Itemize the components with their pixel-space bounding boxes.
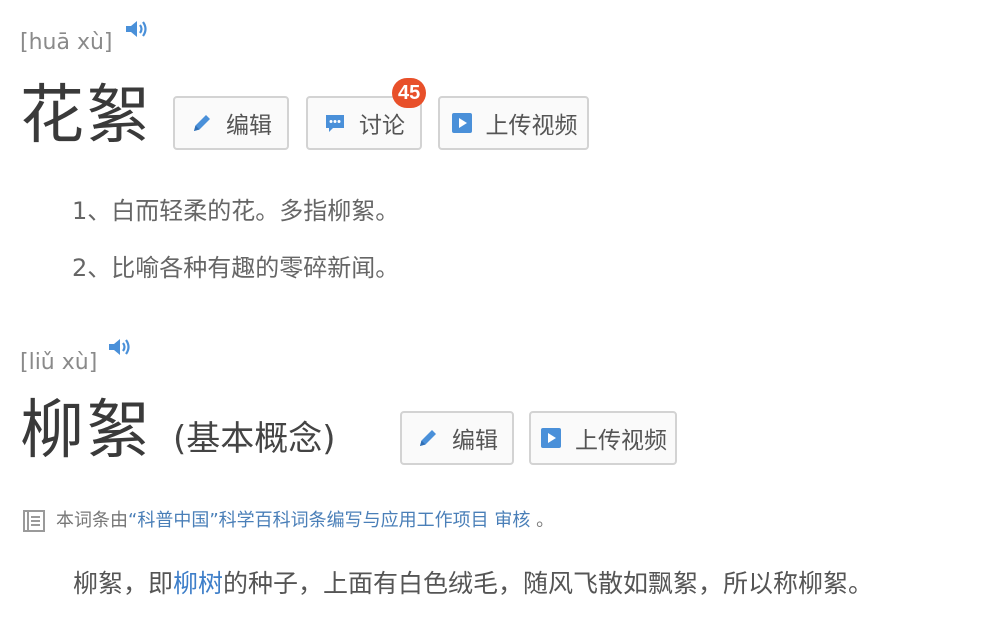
definition-item: 2、比喻各种有趣的零碎新闻。 <box>72 254 400 282</box>
upload-video-label: 上传视频 <box>575 428 667 454</box>
summary-text-after: 的种子，上面有白色绒毛，随风飞散如飘絮，所以称柳絮。 <box>223 569 874 598</box>
pinyin-label: [huā xù] <box>20 30 113 55</box>
document-icon <box>23 510 45 532</box>
upload-video-button[interactable]: 上传视频 <box>529 411 677 465</box>
willow-tree-link[interactable]: 柳树 <box>173 569 223 598</box>
review-note-prefix: 本词条由 <box>56 510 128 531</box>
edit-button-label: 编辑 <box>452 428 498 454</box>
discuss-button-label: 讨论 <box>359 113 405 139</box>
play-video-icon <box>541 428 561 448</box>
review-project-link[interactable]: “科普中国”科学百科词条编写与应用工作项目 <box>128 510 489 531</box>
term-title: 柳絮 <box>20 394 152 468</box>
definition-item: 1、白而轻柔的花。多指柳絮。 <box>72 197 400 225</box>
review-note-end: 。 <box>536 510 555 531</box>
edit-button[interactable]: 编辑 <box>173 96 289 150</box>
pencil-icon <box>420 430 436 446</box>
concept-label: (基本概念) <box>173 419 336 459</box>
edit-button-label: 编辑 <box>226 113 272 139</box>
summary-text-before: 柳絮，即 <box>73 569 174 598</box>
term-title: 花絮 <box>20 79 152 153</box>
pencil-icon <box>194 115 210 131</box>
summary-paragraph: 柳絮，即柳树的种子，上面有白色绒毛，随风飞散如飘絮，所以称柳絮。 <box>73 571 873 596</box>
upload-video-label: 上传视频 <box>485 113 578 139</box>
review-note: 本词条由“科普中国”科学百科词条编写与应用工作项目 审核 。 <box>22 509 554 533</box>
review-audit-link[interactable]: 审核 <box>494 510 530 531</box>
edit-button[interactable]: 编辑 <box>400 411 514 465</box>
play-video-icon <box>451 113 472 133</box>
discuss-count-badge: 45 <box>392 78 427 108</box>
upload-video-button[interactable]: 上传视频 <box>438 96 589 150</box>
pinyin-label: [liǔ xù] <box>20 350 98 375</box>
chat-bubble-icon <box>326 115 344 132</box>
speaker-icon[interactable] <box>124 18 150 40</box>
speaker-icon[interactable] <box>107 336 133 358</box>
